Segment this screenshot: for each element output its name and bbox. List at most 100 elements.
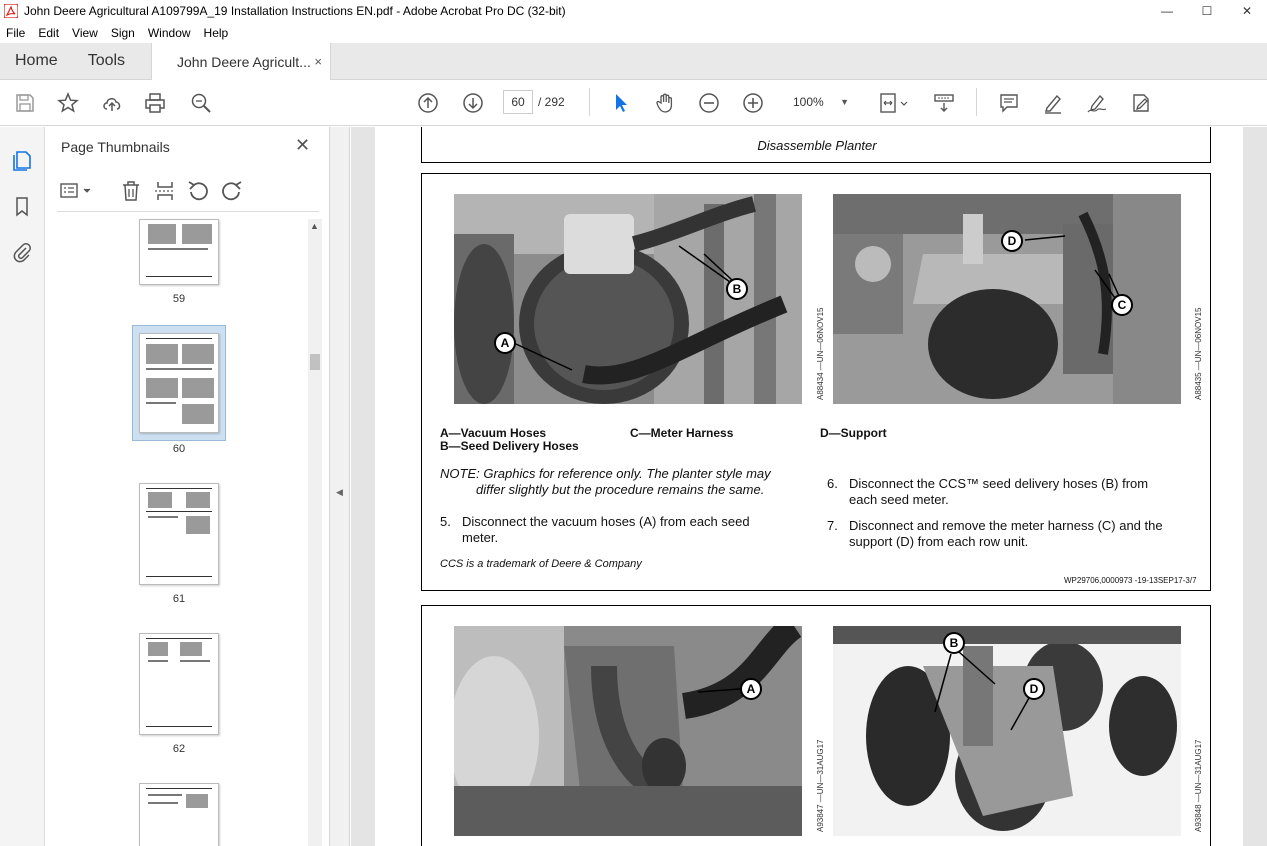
step-text-line-2: meter. <box>462 530 499 545</box>
thumbnail-image <box>180 642 202 656</box>
navigation-rail <box>0 127 45 846</box>
thumbnail-label: 62 <box>172 743 186 755</box>
page-thumbnail-59[interactable] <box>139 219 219 285</box>
step-5: 5. Disconnect the vacuum hoses (A) from … <box>440 514 810 548</box>
thumbnail-text <box>148 660 168 662</box>
thumbnail-image <box>146 378 178 398</box>
toolbar-divider <box>589 88 590 116</box>
photo-id-4: A93848 —UN—31AUG17 <box>1194 739 1203 833</box>
page-thumbnail-62[interactable] <box>139 633 219 735</box>
zoom-in-icon[interactable] <box>741 91 765 115</box>
panel-splitter[interactable]: ◀ <box>330 127 350 846</box>
page-thumbnail-63[interactable] <box>139 783 219 846</box>
callout-leader-lines <box>515 245 733 371</box>
thumbnail-text <box>146 368 212 370</box>
thumbnail-image <box>186 794 208 808</box>
comment-icon[interactable] <box>997 91 1021 115</box>
thumbnail-options-icon[interactable] <box>59 179 95 203</box>
page-thumbnail-61[interactable] <box>139 483 219 585</box>
thumbnail-label: 60 <box>172 443 186 455</box>
page-thumbnails-panel: Page Thumbnails ✕ 59 60 61 62 ▲ <box>45 127 330 846</box>
menu-view[interactable]: View <box>72 26 98 40</box>
photo-seed-meter-detail: B D <box>833 626 1181 836</box>
fill-sign-icon[interactable] <box>1129 91 1153 115</box>
acrobat-logo-icon <box>4 4 18 18</box>
draw-sign-icon[interactable] <box>1085 91 1109 115</box>
page-thumbnail-60[interactable] <box>139 333 219 433</box>
close-window-button[interactable]: ✕ <box>1227 0 1267 22</box>
procedure-section-2: A A93847 —UN—31AUG17 B D A93848 —UN—31AU… <box>421 605 1211 846</box>
thumbnail-rule <box>146 488 212 489</box>
menu-window[interactable]: Window <box>148 26 191 40</box>
pdf-page: Disassemble Planter A B A88434 —UN—06NOV… <box>375 127 1243 846</box>
title-bar: John Deere Agricultural A109799A_19 Inst… <box>0 0 1267 22</box>
legend-b: B—Seed Delivery Hoses <box>440 439 579 453</box>
upload-cloud-icon[interactable] <box>100 91 124 115</box>
close-panel-icon[interactable]: ✕ <box>295 135 310 156</box>
menu-edit[interactable]: Edit <box>38 26 59 40</box>
step-number: 6. <box>827 476 838 491</box>
thumbnail-image <box>182 344 214 364</box>
scrolling-mode-icon[interactable] <box>932 91 956 115</box>
previous-page-icon[interactable] <box>416 91 440 115</box>
thumbnail-text <box>148 516 178 518</box>
thumbnails-scrollbar[interactable]: ▲ <box>308 219 322 846</box>
document-reference: WP29706,0000973 -19-13SEP17-3/7 <box>1064 576 1197 585</box>
panel-toolbar <box>45 175 330 211</box>
menu-help[interactable]: Help <box>204 26 229 40</box>
page-thumbnails-icon[interactable] <box>11 149 33 171</box>
attachments-paperclip-icon[interactable] <box>11 241 33 263</box>
step-number: 5. <box>440 514 451 529</box>
callout-leader-lines <box>934 651 1030 731</box>
page-number-input[interactable]: 60 <box>503 90 533 114</box>
bookmarks-icon[interactable] <box>11 195 33 217</box>
step-6: 6. Disconnect the CCS™ seed delivery hos… <box>827 476 1202 510</box>
save-icon[interactable] <box>13 91 37 115</box>
collapse-panel-icon[interactable]: ◀ <box>336 487 343 498</box>
close-tab-icon[interactable]: × <box>314 54 322 69</box>
zoom-out-icon[interactable] <box>697 91 721 115</box>
thumbnail-text <box>146 402 176 404</box>
thumbnail-rule <box>146 638 212 639</box>
select-cursor-icon[interactable] <box>609 91 633 115</box>
maximize-button[interactable]: ☐ <box>1187 0 1227 22</box>
legend-a: A—Vacuum Hoses <box>440 426 547 440</box>
thumbnail-label: 61 <box>172 593 186 605</box>
step-text-line-1: Disconnect the CCS™ seed delivery hoses … <box>849 476 1149 491</box>
thumbnail-rule <box>146 726 212 727</box>
zoom-level-select[interactable]: 100% ▼ <box>785 90 857 114</box>
split-page-icon[interactable] <box>153 179 177 203</box>
scrollbar-thumb[interactable] <box>310 354 320 370</box>
menu-file[interactable]: File <box>6 26 25 40</box>
thumbnail-rule <box>146 576 212 577</box>
delete-page-icon[interactable] <box>119 179 143 203</box>
print-icon[interactable] <box>143 91 167 115</box>
tab-home[interactable]: Home <box>0 42 73 79</box>
rotate-counterclockwise-icon[interactable] <box>186 179 210 203</box>
zoom-search-icon[interactable] <box>189 91 213 115</box>
document-view[interactable]: Disassemble Planter A B A88434 —UN—06NOV… <box>351 127 1267 846</box>
highlight-pen-icon[interactable] <box>1041 91 1065 115</box>
thumbnail-rule <box>146 511 212 512</box>
tab-tools[interactable]: Tools <box>73 42 140 79</box>
tab-document[interactable]: John Deere Agricult... × <box>151 43 331 81</box>
step-text-line-2: each seed meter. <box>849 492 949 507</box>
scroll-up-icon[interactable]: ▲ <box>310 221 319 231</box>
note-line-2: differ slightly but the procedure remain… <box>476 482 765 497</box>
hand-tool-icon[interactable] <box>653 91 677 115</box>
legend-d: D—Support <box>820 426 887 440</box>
rotate-clockwise-icon[interactable] <box>220 179 244 203</box>
photo-id-2: A88435 —UN—06NOV15 <box>1194 307 1203 401</box>
legend-c: C—Meter Harness <box>630 426 734 440</box>
page-header-box: Disassemble Planter <box>421 127 1211 163</box>
step-text-line-2: support (D) from each row unit. <box>849 534 1029 549</box>
next-page-icon[interactable] <box>461 91 485 115</box>
minimize-button[interactable]: — <box>1147 0 1187 22</box>
tab-bar: Home Tools John Deere Agricult... × <box>0 42 1267 81</box>
menu-sign[interactable]: Sign <box>111 26 135 40</box>
fit-page-icon[interactable] <box>876 91 912 115</box>
callout-leader-lines <box>1024 235 1120 299</box>
thumbnail-image <box>182 404 214 424</box>
trademark-note: CCS is a trademark of Deere & Company <box>440 558 642 570</box>
bookmark-star-icon[interactable] <box>56 91 80 115</box>
